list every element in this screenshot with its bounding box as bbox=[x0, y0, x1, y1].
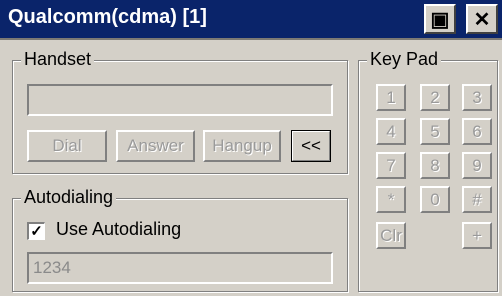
key-7[interactable]: 7 bbox=[376, 152, 406, 179]
autodial-number-field[interactable]: 1234 bbox=[27, 252, 333, 284]
close-icon: ✕ bbox=[473, 8, 491, 31]
key-2[interactable]: 2 bbox=[420, 84, 450, 111]
restore-icon: ▣ bbox=[430, 8, 450, 31]
window-title: Qualcomm(cdma) [1] bbox=[8, 6, 207, 28]
restore-button[interactable]: ▣ bbox=[424, 4, 456, 34]
key-0[interactable]: 0 bbox=[420, 186, 450, 213]
key-5[interactable]: 5 bbox=[420, 118, 450, 145]
key-1[interactable]: 1 bbox=[376, 84, 406, 111]
key-clear[interactable]: Clr bbox=[376, 222, 406, 249]
key-plus[interactable]: + bbox=[462, 222, 492, 249]
key-3[interactable]: 3 bbox=[462, 84, 492, 111]
autodialing-label: Autodialing bbox=[21, 187, 117, 208]
dial-button[interactable]: Dial bbox=[27, 130, 107, 162]
key-8[interactable]: 8 bbox=[420, 152, 450, 179]
key-6[interactable]: 6 bbox=[462, 118, 492, 145]
key-star[interactable]: * bbox=[376, 186, 406, 213]
answer-button[interactable]: Answer bbox=[116, 130, 195, 162]
use-autodialing-checkbox[interactable]: ✓ bbox=[27, 222, 45, 240]
collapse-button[interactable]: << bbox=[291, 130, 331, 162]
keypad-label: Key Pad bbox=[367, 49, 442, 70]
close-button[interactable]: ✕ bbox=[466, 4, 498, 34]
handset-number-field[interactable] bbox=[27, 84, 333, 116]
key-hash[interactable]: # bbox=[462, 186, 492, 213]
use-autodialing-label: Use Autodialing bbox=[56, 219, 182, 239]
hangup-button[interactable]: Hangup bbox=[203, 130, 281, 162]
title-bar: Qualcomm(cdma) [1] ▣ ✕ bbox=[0, 0, 502, 40]
key-9[interactable]: 9 bbox=[462, 152, 492, 179]
key-4[interactable]: 4 bbox=[376, 118, 406, 145]
handset-label: Handset bbox=[21, 49, 95, 70]
